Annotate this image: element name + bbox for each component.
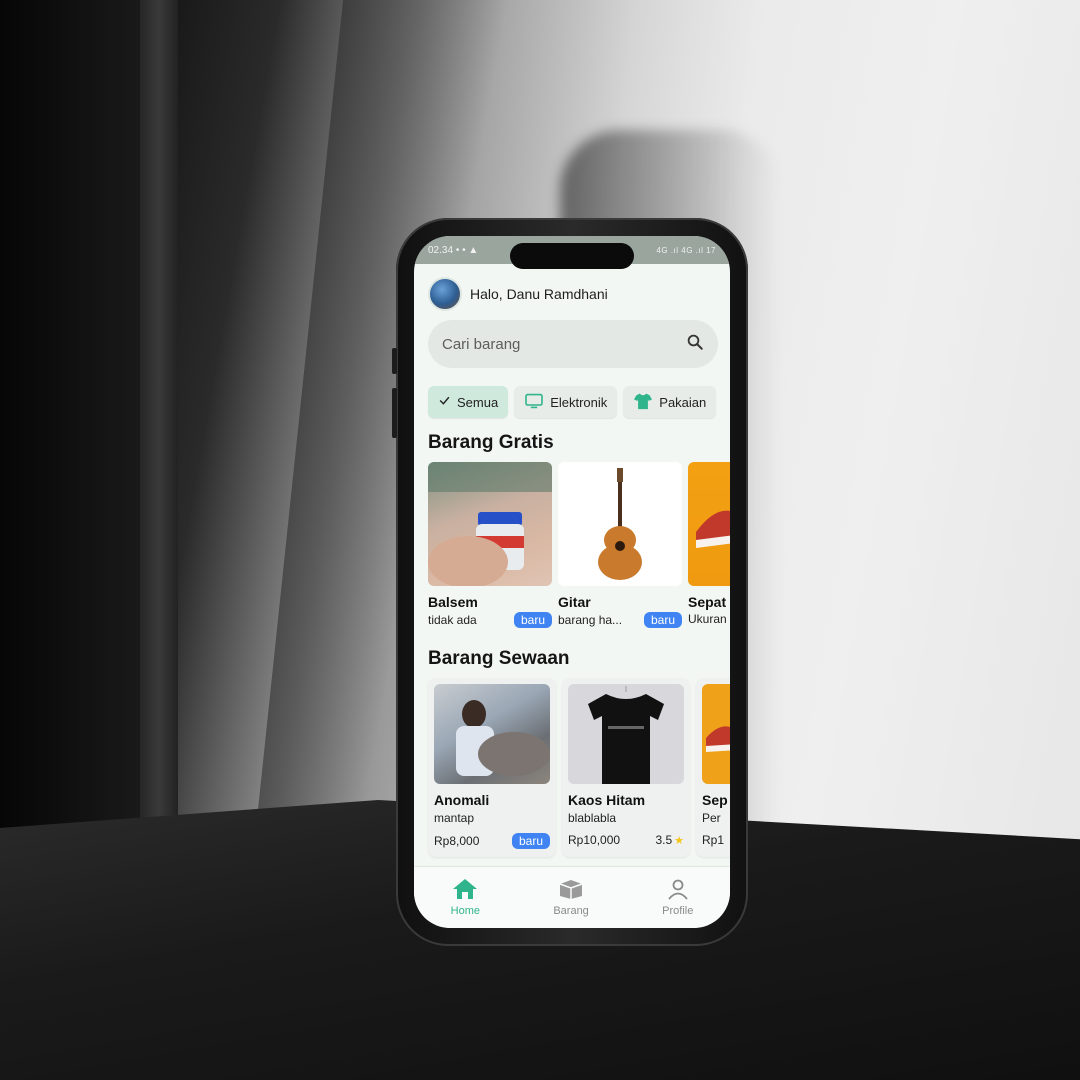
category-chips: Semua Elektronik Pakaian <box>414 368 730 418</box>
free-item-card[interactable]: Balsem tidak ada baru <box>428 462 552 628</box>
product-price: Rp8,000 <box>434 834 480 848</box>
product-meta: barang ha... baru <box>558 612 682 628</box>
product-image-sepatu <box>702 684 730 784</box>
product-name: Balsem <box>428 594 478 610</box>
status-time-text: 02.34 <box>428 244 454 256</box>
section-title-free: Barang Gratis <box>428 432 554 453</box>
chip-elektronik[interactable]: Elektronik <box>514 386 618 418</box>
phone-device: 02.34 • • ▲ 4G .ıl 4G .ıl 17 Halo, Danu … <box>392 218 748 946</box>
product-meta: tidak ada baru <box>428 612 552 628</box>
product-name: Gitar <box>558 594 591 610</box>
nav-label: Profile <box>662 905 694 917</box>
product-image-sepatu <box>688 462 730 586</box>
chip-label: Elektronik <box>550 394 608 410</box>
product-desc: Per <box>702 811 721 825</box>
product-meta: Rp10,000 3.5 ★ <box>568 833 684 847</box>
product-image-gitar <box>558 462 682 586</box>
tv-icon <box>524 393 544 412</box>
free-item-card[interactable]: Gitar barang ha... baru <box>558 462 682 628</box>
avatar[interactable] <box>428 277 462 311</box>
product-meta: Rp1 <box>702 833 730 847</box>
product-price: Rp1 <box>702 833 725 847</box>
rent-item-card[interactable]: Kaos Hitam blablabla Rp10,000 3.5 ★ <box>562 678 690 857</box>
user-icon <box>667 878 689 903</box>
product-desc: barang ha... <box>558 613 623 627</box>
new-badge: baru <box>513 612 552 628</box>
status-indicators: • • ▲ <box>455 244 479 256</box>
chip-pakaian[interactable]: Pakaian <box>623 386 717 418</box>
check-icon <box>438 394 451 410</box>
product-price: Rp10,000 <box>568 833 621 847</box>
search-icon[interactable] <box>686 333 704 356</box>
search-input[interactable] <box>442 335 662 353</box>
product-rating: 3.5 ★ <box>655 833 684 847</box>
product-name: Anomali <box>434 792 490 808</box>
dark-panel-edge <box>140 0 178 890</box>
section-title-rent: Barang Sewaan <box>428 648 570 669</box>
product-name: Sep <box>702 792 728 808</box>
product-meta: Ukuran <box>688 612 730 626</box>
chip-semua[interactable]: Semua <box>428 386 509 418</box>
app-screen: 02.34 • • ▲ 4G .ıl 4G .ıl 17 Halo, Danu … <box>414 236 730 928</box>
product-desc: mantap <box>434 811 475 825</box>
search-bar[interactable] <box>428 320 718 368</box>
box-icon <box>558 878 584 903</box>
free-item-card[interactable]: Sepat Ukuran <box>688 462 730 628</box>
product-desc: Ukuran <box>688 612 727 626</box>
shirt-icon <box>633 392 653 413</box>
product-image-balsem <box>428 462 552 586</box>
rent-item-card[interactable]: Sep Per Rp1 <box>696 678 730 857</box>
product-name: Kaos Hitam <box>568 792 646 808</box>
new-badge: baru <box>643 612 682 628</box>
nav-label: Barang <box>553 905 589 917</box>
rent-items-row: Anomali mantap Rp8,000 baru Kaos Hitam b… <box>414 670 730 857</box>
nav-profile[interactable]: Profile <box>662 878 693 917</box>
phone-volume-button <box>392 388 397 438</box>
rating-value: 3.5 <box>655 833 673 847</box>
dynamic-island <box>510 243 634 269</box>
product-name: Sepat <box>688 594 727 610</box>
product-image-kaos <box>568 684 684 784</box>
star-icon: ★ <box>674 834 684 847</box>
chip-label: Semua <box>457 394 499 410</box>
nav-home[interactable]: Home <box>451 878 480 917</box>
product-desc: blablabla <box>568 811 617 825</box>
product-image-anomali <box>434 684 550 784</box>
phone-side-button <box>392 348 397 374</box>
greeting-text: Halo, Danu Ramdhani <box>470 286 608 302</box>
free-items-row: Balsem tidak ada baru Gitar barang ha...… <box>414 454 730 628</box>
rent-item-card[interactable]: Anomali mantap Rp8,000 baru <box>428 678 556 857</box>
greeting-header: Halo, Danu Ramdhani <box>414 264 730 314</box>
product-desc: tidak ada <box>428 613 477 627</box>
status-signal: 4G .ıl 4G .ıl 17 <box>656 245 716 255</box>
home-icon <box>452 878 478 903</box>
chip-label: Pakaian <box>659 394 707 410</box>
new-badge: baru <box>511 833 550 849</box>
bottom-navigation: Home Barang Profile <box>414 866 730 928</box>
product-meta: Rp8,000 baru <box>434 833 550 849</box>
nav-label: Home <box>450 905 480 917</box>
nav-barang[interactable]: Barang <box>553 878 589 917</box>
status-time: 02.34 • • ▲ <box>428 245 478 256</box>
